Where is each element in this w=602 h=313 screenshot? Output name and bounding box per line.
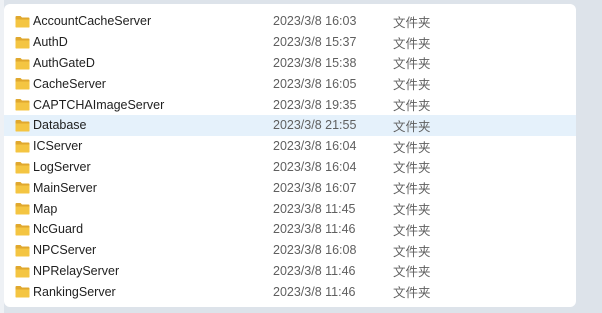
folder-icon — [15, 181, 30, 194]
file-row[interactable]: CacheServer 2023/3/8 16:05 文件夹 — [4, 73, 576, 94]
folder-icon — [15, 140, 30, 153]
file-name: ICServer — [33, 139, 83, 154]
folder-icon — [15, 57, 30, 70]
folder-icon — [15, 223, 30, 236]
file-list-panel: AccountCacheServer 2023/3/8 16:03 文件夹 AuthD… — [4, 4, 576, 307]
modified-date: 2023/3/8 16:03 — [273, 14, 357, 29]
file-type: 文件夹 — [393, 36, 431, 51]
folder-icon — [15, 161, 30, 174]
file-type: 文件夹 — [393, 265, 431, 280]
file-type: 文件夹 — [393, 223, 431, 238]
file-name: CAPTCHAImageServer — [33, 97, 165, 112]
folder-icon — [15, 119, 30, 132]
file-name: AccountCacheServer — [33, 14, 152, 29]
modified-date: 2023/3/8 15:37 — [273, 35, 357, 50]
file-name: CacheServer — [33, 76, 106, 91]
file-name: MainServer — [33, 180, 97, 195]
file-type: 文件夹 — [393, 119, 431, 134]
file-row[interactable]: ICServer 2023/3/8 16:04 文件夹 — [4, 136, 576, 157]
file-row[interactable]: NPRelayServer 2023/3/8 11:46 文件夹 — [4, 261, 576, 282]
file-type: 文件夹 — [393, 78, 431, 93]
file-name: RankingServer — [33, 284, 116, 299]
file-name: NcGuard — [33, 222, 84, 237]
modified-date: 2023/3/8 16:07 — [273, 180, 357, 195]
modified-date: 2023/3/8 15:38 — [273, 55, 357, 70]
file-type: 文件夹 — [393, 161, 431, 176]
file-list: AccountCacheServer 2023/3/8 16:03 文件夹 AuthD… — [4, 11, 576, 302]
file-row[interactable]: MainServer 2023/3/8 16:07 文件夹 — [4, 177, 576, 198]
file-row[interactable]: RankingServer 2023/3/8 11:46 文件夹 — [4, 281, 576, 302]
folder-icon — [15, 77, 30, 90]
file-row[interactable]: NcGuard 2023/3/8 11:46 文件夹 — [4, 219, 576, 240]
file-name: AuthD — [33, 35, 68, 50]
modified-date: 2023/3/8 21:55 — [273, 118, 357, 133]
file-type: 文件夹 — [393, 15, 431, 30]
file-row[interactable]: LogServer 2023/3/8 16:04 文件夹 — [4, 157, 576, 178]
file-row[interactable]: AuthGateD 2023/3/8 15:38 文件夹 — [4, 53, 576, 74]
file-type: 文件夹 — [393, 57, 431, 72]
file-name: Map — [33, 201, 58, 216]
modified-date: 2023/3/8 11:45 — [273, 201, 356, 216]
file-type: 文件夹 — [393, 244, 431, 259]
folder-icon — [15, 36, 30, 49]
file-row[interactable]: Database 2023/3/8 21:55 文件夹 — [4, 114, 576, 136]
file-name: NPCServer — [33, 243, 97, 258]
file-type: 文件夹 — [393, 203, 431, 218]
modified-date: 2023/3/8 16:08 — [273, 243, 357, 258]
modified-date: 2023/3/8 19:35 — [273, 97, 357, 112]
modified-date: 2023/3/8 11:46 — [273, 222, 356, 237]
file-row[interactable]: Map 2023/3/8 11:45 文件夹 — [4, 198, 576, 219]
file-name: Database — [33, 118, 87, 133]
folder-icon — [15, 244, 30, 257]
folder-icon — [15, 98, 30, 111]
file-name: LogServer — [33, 159, 91, 174]
file-type: 文件夹 — [393, 99, 431, 114]
file-row[interactable]: AuthD 2023/3/8 15:37 文件夹 — [4, 32, 576, 53]
modified-date: 2023/3/8 16:05 — [273, 76, 357, 91]
file-name: NPRelayServer — [33, 263, 120, 278]
modified-date: 2023/3/8 16:04 — [273, 139, 357, 154]
window-background — [576, 0, 602, 313]
file-row[interactable]: AccountCacheServer 2023/3/8 16:03 文件夹 — [4, 11, 576, 32]
file-row[interactable]: NPCServer 2023/3/8 16:08 文件夹 — [4, 240, 576, 261]
folder-icon — [15, 265, 30, 278]
folder-icon — [15, 285, 30, 298]
modified-date: 2023/3/8 16:04 — [273, 159, 357, 174]
folder-icon — [15, 202, 30, 215]
file-type: 文件夹 — [393, 140, 431, 155]
file-type: 文件夹 — [393, 182, 431, 197]
file-type: 文件夹 — [393, 286, 431, 301]
modified-date: 2023/3/8 11:46 — [273, 263, 356, 278]
modified-date: 2023/3/8 11:46 — [273, 284, 356, 299]
folder-icon — [15, 15, 30, 28]
file-name: AuthGateD — [33, 55, 95, 70]
file-row[interactable]: CAPTCHAImageServer 2023/3/8 19:35 文件夹 — [4, 94, 576, 115]
